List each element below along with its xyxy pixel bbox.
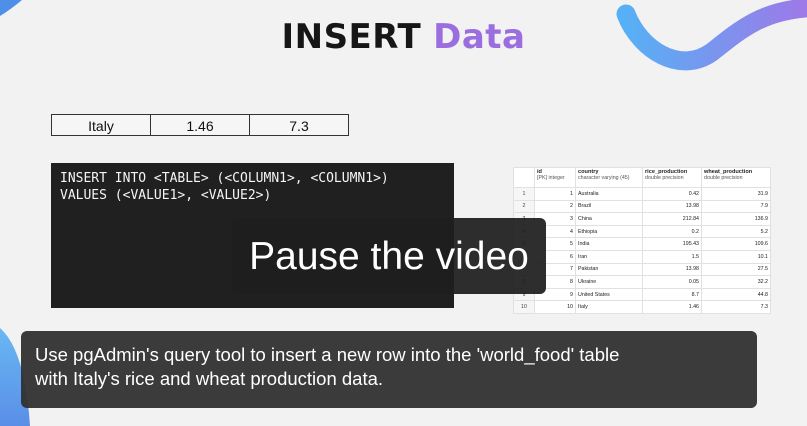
table-cell[interactable]: 109.6 — [701, 237, 771, 251]
table-cell[interactable]: India — [575, 237, 643, 251]
table-cell[interactable]: 1.46 — [642, 300, 702, 314]
table-cell[interactable]: Australia — [575, 187, 643, 201]
new-row-values: Italy 1.46 7.3 — [51, 114, 349, 136]
slide-title-word-data: Data — [433, 17, 526, 57]
table-row[interactable]: 9 9 United States 8.7 44.8 — [513, 287, 771, 302]
column-type: double precision — [704, 175, 743, 181]
table-cell[interactable]: 7.9 — [701, 199, 771, 214]
table-cell[interactable]: 0.05 — [642, 275, 702, 289]
result-rows: 11Australia0.4231.922Brazil13.987.933Chi… — [513, 187, 771, 314]
row-number-header — [513, 167, 535, 188]
table-cell[interactable]: 136.9 — [701, 212, 771, 226]
row-number-cell: 1 — [513, 187, 535, 201]
table-row[interactable]: 77Pakistan13.9827.5 — [513, 262, 771, 277]
table-cell[interactable]: Pakistan — [575, 262, 643, 277]
table-row[interactable]: 44Ethiopia0.25.2 — [513, 224, 771, 239]
row-number-cell: 10 — [513, 300, 535, 314]
table-cell[interactable]: 10.1 — [701, 249, 771, 264]
column-header-wheat-production[interactable]: wheat_production double precision — [701, 167, 771, 188]
caption-line-2: with Italy's rice and wheat production d… — [35, 368, 384, 389]
table-row[interactable]: 55India195.43109.6 — [513, 237, 771, 251]
table-cell[interactable]: 13.98 — [642, 199, 702, 214]
table-cell[interactable]: Italy — [575, 300, 643, 314]
table-cell[interactable]: 7.3 — [701, 300, 771, 314]
table-cell[interactable]: 8.7 — [642, 287, 702, 302]
sql-code-line-1: INSERT INTO <TABLE> (<COLUMN1>, <COLUMN1… — [60, 171, 389, 186]
table-row[interactable]: 66Iran1.510.1 — [513, 249, 771, 264]
value-rice: 1.46 — [150, 115, 249, 135]
column-type: double precision — [645, 175, 684, 181]
table-cell[interactable]: Ukraine — [575, 275, 643, 289]
column-header-country[interactable]: country character varying (45) — [575, 167, 643, 188]
column-header-rice-production[interactable]: rice_production double precision — [642, 167, 702, 188]
table-cell[interactable]: Ethiopia — [575, 224, 643, 239]
value-wheat: 7.3 — [249, 115, 348, 135]
value-country: Italy — [88, 118, 114, 134]
table-cell[interactable]: 0.42 — [642, 187, 702, 201]
table-cell[interactable]: 0.2 — [642, 224, 702, 239]
table-cell[interactable]: Brazil — [575, 199, 643, 214]
table-cell[interactable]: 13.98 — [642, 262, 702, 277]
slide-title: INSERT Data — [0, 17, 807, 57]
subtitle-caption: Use pgAdmin's query tool to insert a new… — [21, 331, 757, 408]
caption-line-1: Use pgAdmin's query tool to insert a new… — [35, 344, 620, 365]
column-header-id[interactable]: id [PK] integer — [534, 167, 576, 188]
table-cell[interactable]: Iran — [575, 249, 643, 264]
table-header-row: id [PK] integer country character varyin… — [513, 167, 771, 188]
query-result-table: id [PK] integer country character varyin… — [513, 167, 771, 314]
table-row[interactable]: 10 10 Italy 1.46 7.3 — [513, 300, 771, 314]
table-cell[interactable]: 195.43 — [642, 237, 702, 251]
table-cell[interactable]: 5.2 — [701, 224, 771, 239]
table-row[interactable]: 33China212.84136.9 — [513, 212, 771, 226]
slide-title-word-insert: INSERT — [281, 17, 422, 57]
table-cell[interactable]: 1.5 — [642, 249, 702, 264]
table-row[interactable]: 88Ukraine0.0532.2 — [513, 275, 771, 289]
table-cell[interactable]: 1 — [534, 187, 576, 201]
table-cell[interactable]: 44.8 — [701, 287, 771, 302]
table-cell[interactable]: 31.9 — [701, 187, 771, 201]
sql-code-line-2: VALUES (<VALUE1>, <VALUE2>) — [60, 188, 272, 203]
table-row[interactable]: 1 1 Australia 0.42 31.9 — [513, 187, 771, 201]
row-number-cell: 2 — [513, 199, 535, 214]
table-cell[interactable]: 10 — [534, 300, 576, 314]
table-cell[interactable]: 2 — [534, 199, 576, 214]
table-row[interactable]: 2 2 Brazil 13.98 7.9 — [513, 199, 771, 214]
table-cell[interactable]: 212.84 — [642, 212, 702, 226]
table-cell[interactable]: 32.2 — [701, 275, 771, 289]
column-type: [PK] integer — [537, 175, 565, 181]
pause-video-overlay: Pause the video — [232, 218, 546, 294]
table-cell[interactable]: 27.5 — [701, 262, 771, 277]
table-cell[interactable]: United States — [575, 287, 643, 302]
column-type: character varying (45) — [578, 175, 630, 181]
table-cell[interactable]: China — [575, 212, 643, 226]
